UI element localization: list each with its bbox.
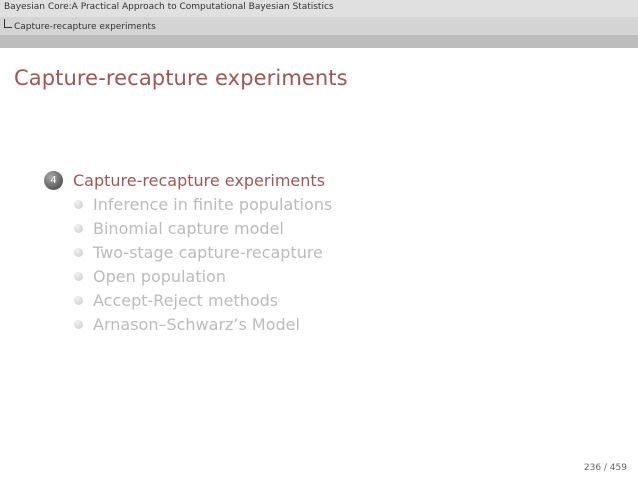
toc-subsection-arnason-schwarz[interactable]: Arnason–Schwarz’s Model (44, 312, 332, 336)
bullet-icon (74, 295, 83, 305)
subsection-list: Inference in finite populations Binomial… (44, 192, 332, 336)
page-title: Capture-recapture experiments (14, 66, 348, 90)
bullet-icon (74, 247, 83, 257)
subsection-label[interactable]: Accept-Reject methods (93, 291, 278, 310)
subsection-label[interactable]: Binomial capture model (93, 219, 284, 238)
tree-connector-icon (4, 19, 12, 28)
bullet-icon (74, 271, 83, 281)
toc-subsection-two-stage[interactable]: Two-stage capture-recapture (44, 240, 332, 264)
bullet-icon (74, 199, 83, 209)
subsection-label[interactable]: Inference in finite populations (93, 195, 332, 214)
table-of-contents: 4 Capture-recapture experiments Inferenc… (44, 168, 332, 336)
subsection-label[interactable]: Open population (93, 267, 226, 286)
section-label[interactable]: Capture-recapture experiments (73, 171, 325, 190)
breadcrumb[interactable]: Capture-recapture experiments (4, 19, 156, 32)
document-title[interactable]: Bayesian Core:A Practical Approach to Co… (4, 2, 334, 12)
toc-subsection-accept-reject[interactable]: Accept-Reject methods (44, 288, 332, 312)
toc-subsection-binomial[interactable]: Binomial capture model (44, 216, 332, 240)
breadcrumb-section[interactable]: Capture-recapture experiments (14, 22, 156, 32)
bullet-icon (74, 319, 83, 329)
subsection-label[interactable]: Arnason–Schwarz’s Model (93, 315, 300, 334)
section-number-badge: 4 (44, 170, 63, 190)
toc-subsection-open-population[interactable]: Open population (44, 264, 332, 288)
subsection-label[interactable]: Two-stage capture-recapture (93, 243, 323, 262)
bullet-icon (74, 223, 83, 233)
toc-section[interactable]: 4 Capture-recapture experiments (44, 168, 332, 192)
header-spacer-bar (0, 35, 638, 48)
toc-subsection-inference[interactable]: Inference in finite populations (44, 192, 332, 216)
page-number: 236 / 459 (583, 463, 627, 473)
